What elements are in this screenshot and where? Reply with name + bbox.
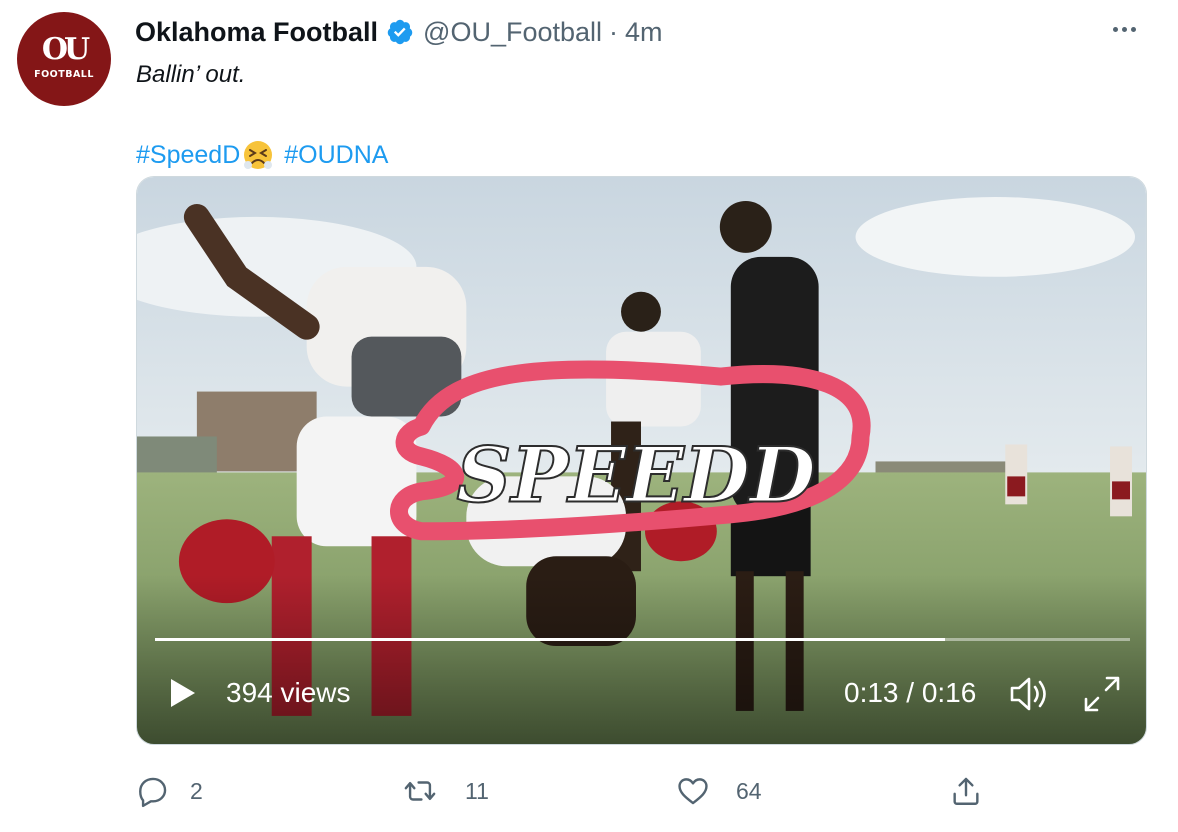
avatar[interactable]: OU FOOTBALL	[17, 12, 111, 106]
avatar-wordmark: FOOTBALL	[34, 68, 94, 80]
retweet-icon	[404, 781, 436, 801]
retweet-button[interactable]: 11	[403, 768, 489, 814]
reply-button[interactable]: 2	[136, 768, 203, 814]
speedd-overlay-logo: SPEEDD	[457, 430, 816, 519]
retweet-count: 11	[465, 777, 489, 804]
timestamp[interactable]: 4m	[625, 17, 663, 48]
fullscreen-icon[interactable]	[1082, 674, 1122, 714]
like-button[interactable]: 64	[676, 768, 762, 814]
more-options-icon[interactable]	[1113, 27, 1136, 32]
hashtag-speedd[interactable]: #SpeedD	[136, 141, 240, 170]
share-button[interactable]	[949, 768, 983, 814]
avatar-monogram: OU	[41, 31, 90, 67]
reply-count: 2	[190, 777, 203, 804]
share-icon	[953, 777, 979, 805]
heart-icon	[678, 778, 708, 805]
hashtag-oudna[interactable]: #OUDNA	[284, 141, 388, 170]
persevering-face-emoji-icon	[244, 141, 273, 169]
tweet-text: Ballin’ out.	[136, 61, 246, 88]
view-count: 394 views	[226, 677, 351, 708]
author-name[interactable]: Oklahoma Football	[135, 17, 378, 48]
video-frame: SPEEDD	[137, 177, 1146, 744]
separator-dot: ·	[609, 16, 619, 47]
tweet-header: Oklahoma Football @OU_Football · 4m	[135, 14, 663, 50]
video-player[interactable]: SPEEDD 394 views 0:13 / 0:16	[136, 176, 1147, 745]
like-count: 64	[736, 777, 762, 804]
verified-badge-icon	[387, 19, 413, 45]
video-progress-fill	[155, 638, 945, 641]
tweet-actions: 2 11 64	[0, 768, 1178, 814]
author-handle[interactable]: @OU_Football	[423, 17, 602, 48]
video-progress-bar[interactable]	[155, 638, 1130, 641]
volume-icon[interactable]	[1008, 674, 1052, 714]
play-icon[interactable]	[165, 676, 199, 710]
hashtag-line: #SpeedD #OUDNA	[136, 139, 388, 171]
video-controls: 394 views 0:13 / 0:16	[137, 667, 1146, 717]
reply-icon	[139, 777, 167, 808]
video-timecode: 0:13 / 0:16	[844, 677, 977, 708]
